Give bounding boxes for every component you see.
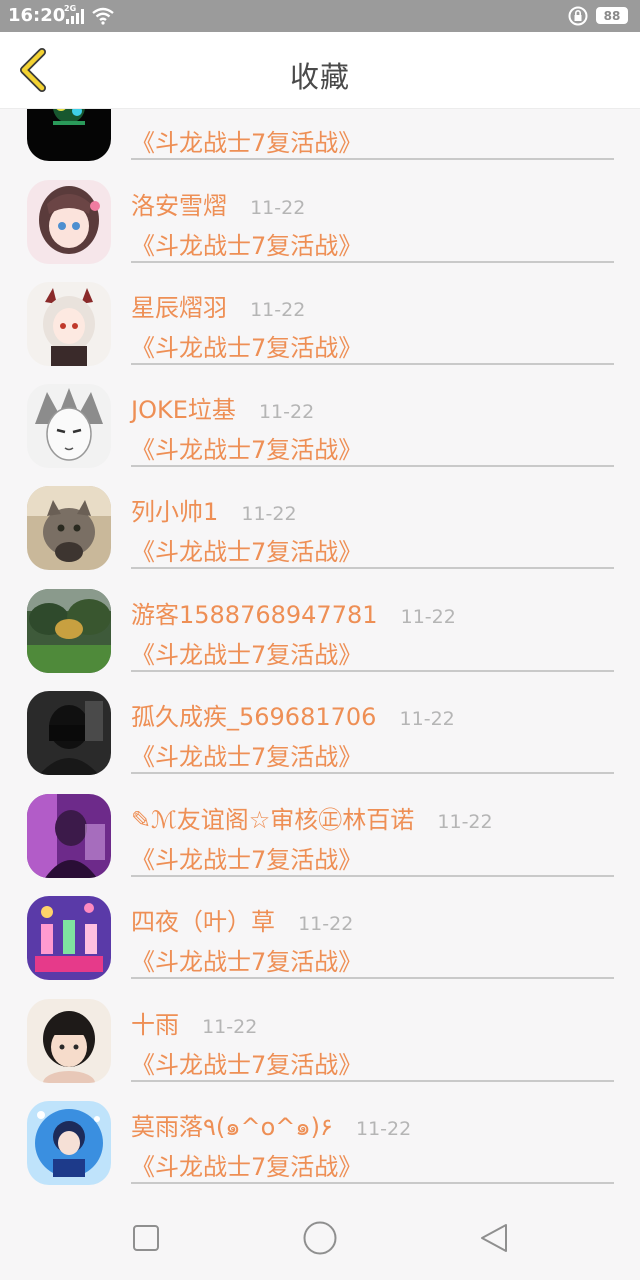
avatar-image <box>27 794 111 878</box>
username: JOKE垃基 <box>131 396 236 424</box>
username: 莫雨落٩(๑^o^๑)۶ <box>131 1113 333 1141</box>
username: 列小帅1 <box>131 498 219 526</box>
name-line: 四夜（叶）草 11-22 <box>131 902 353 937</box>
recent-apps-icon[interactable] <box>132 1224 160 1252</box>
username: 十雨 <box>131 1011 179 1039</box>
book-title[interactable]: 《斗龙战士7复活战》 <box>131 1045 362 1080</box>
divider <box>131 875 614 877</box>
book-title[interactable]: 《斗龙战士7复活战》 <box>131 840 362 875</box>
username: 孤久成疾_569681706 <box>131 703 377 731</box>
username: 洛安雪熠 <box>131 192 227 220</box>
system-nav-bar <box>0 1190 640 1280</box>
favorites-list: 《斗龙战士7复活战》 洛安雪熠 11-22 《斗龙战士7复活战》 星辰熠羽 11… <box>0 109 640 1190</box>
list-item[interactable]: 《斗龙战士7复活战》 <box>0 109 640 179</box>
book-title[interactable]: 《斗龙战士7复活战》 <box>131 635 362 670</box>
battery-level: 88 <box>603 9 621 23</box>
name-line: 孤久成疾_569681706 11-22 <box>131 697 455 732</box>
list-item[interactable]: 孤久成疾_569681706 11-22 《斗龙战士7复活战》 <box>0 691 640 793</box>
avatar[interactable] <box>27 691 111 775</box>
book-title[interactable]: 《斗龙战士7复活战》 <box>131 532 362 567</box>
date: 11-22 <box>202 1016 258 1038</box>
username: 四夜（叶）草 <box>131 908 275 936</box>
avatar-image <box>27 999 111 1083</box>
name-line: 游客1588768947781 11-22 <box>131 595 456 630</box>
divider <box>131 670 614 672</box>
avatar[interactable] <box>27 109 111 161</box>
page-title: 收藏 <box>289 60 350 94</box>
username: ✎ℳ友谊阁☆审核㊣林百诺 <box>131 806 415 834</box>
name-line: 十雨 11-22 <box>131 1005 257 1040</box>
avatar[interactable] <box>27 1101 111 1185</box>
date: 11-22 <box>399 708 455 730</box>
avatar[interactable] <box>27 589 111 673</box>
book-title[interactable]: 《斗龙战士7复活战》 <box>131 1147 362 1182</box>
rotation-lock-icon <box>568 6 588 26</box>
divider <box>131 1182 614 1184</box>
divider <box>131 158 614 160</box>
date: 11-22 <box>437 811 493 833</box>
list-item[interactable]: 四夜（叶）草 11-22 《斗龙战士7复活战》 <box>0 896 640 998</box>
status-time: 16:20 <box>8 5 66 26</box>
avatar-image <box>27 896 111 980</box>
name-line: 莫雨落٩(๑^o^๑)۶ 11-22 <box>131 1107 411 1146</box>
date: 11-22 <box>241 503 297 525</box>
divider <box>131 977 614 979</box>
date: 11-22 <box>355 1118 412 1140</box>
name-line: 洛安雪熠 11-22 <box>131 186 305 221</box>
avatar[interactable] <box>27 794 111 878</box>
divider <box>131 772 614 774</box>
date: 11-22 <box>400 606 456 628</box>
date: 11-22 <box>298 913 354 935</box>
avatar[interactable] <box>27 384 111 468</box>
avatar-image <box>27 486 111 570</box>
list-item[interactable]: 莫雨落٩(๑^o^๑)۶ 11-22 《斗龙战士7复活战》 <box>0 1101 640 1190</box>
avatar-image <box>27 1101 111 1185</box>
avatar-image <box>27 180 111 264</box>
avatar-image <box>27 384 111 468</box>
book-title[interactable]: 《斗龙战士7复活战》 <box>131 942 362 977</box>
avatar[interactable] <box>27 999 111 1083</box>
book-title[interactable]: 《斗龙战士7复活战》 <box>131 430 362 465</box>
divider <box>131 465 614 467</box>
list-item[interactable]: ✎ℳ友谊阁☆审核㊣林百诺 11-22 《斗龙战士7复活战》 <box>0 794 640 896</box>
name-line: 列小帅1 11-22 <box>131 492 297 527</box>
username: 游客1588768947781 <box>131 601 378 629</box>
home-icon[interactable] <box>302 1220 338 1256</box>
list-item[interactable]: 洛安雪熠 11-22 《斗龙战士7复活战》 <box>0 180 640 282</box>
list-item[interactable]: 列小帅1 11-22 《斗龙战士7复活战》 <box>0 486 640 588</box>
name-line: JOKE垃基 11-22 <box>131 390 314 425</box>
battery-icon: 88 <box>596 7 628 24</box>
avatar[interactable] <box>27 486 111 570</box>
network-type-label: 2G <box>64 4 77 13</box>
avatar[interactable] <box>27 180 111 264</box>
divider <box>131 261 614 263</box>
divider <box>131 363 614 365</box>
list-item[interactable]: JOKE垃基 11-22 《斗龙战士7复活战》 <box>0 384 640 486</box>
name-line: 星辰熠羽 11-22 <box>131 288 305 323</box>
book-title[interactable]: 《斗龙战士7复活战》 <box>131 328 362 363</box>
date: 11-22 <box>250 197 306 219</box>
username: 星辰熠羽 <box>131 294 227 322</box>
list-item[interactable]: 十雨 11-22 《斗龙战士7复活战》 <box>0 999 640 1101</box>
divider <box>131 567 614 569</box>
avatar-image <box>27 282 111 366</box>
wifi-icon <box>92 7 114 25</box>
name-line: ✎ℳ友谊阁☆审核㊣林百诺 11-22 <box>131 800 493 835</box>
list-item[interactable]: 星辰熠羽 11-22 《斗龙战士7复活战》 <box>0 282 640 384</box>
date: 11-22 <box>250 299 306 321</box>
header: 收藏 <box>0 32 640 109</box>
avatar[interactable] <box>27 896 111 980</box>
avatar-image <box>27 691 111 775</box>
avatar-image <box>27 589 111 673</box>
book-title[interactable]: 《斗龙战士7复活战》 <box>131 123 362 158</box>
status-bar: 16:20 2G 88 <box>0 0 640 32</box>
list-item[interactable]: 游客1588768947781 11-22 《斗龙战士7复活战》 <box>0 589 640 691</box>
avatar[interactable] <box>27 282 111 366</box>
book-title[interactable]: 《斗龙战士7复活战》 <box>131 737 362 772</box>
date: 11-22 <box>258 401 315 423</box>
avatar-image <box>27 109 111 161</box>
back-triangle-icon[interactable] <box>478 1222 510 1254</box>
divider <box>131 1080 614 1082</box>
book-title[interactable]: 《斗龙战士7复活战》 <box>131 226 362 261</box>
